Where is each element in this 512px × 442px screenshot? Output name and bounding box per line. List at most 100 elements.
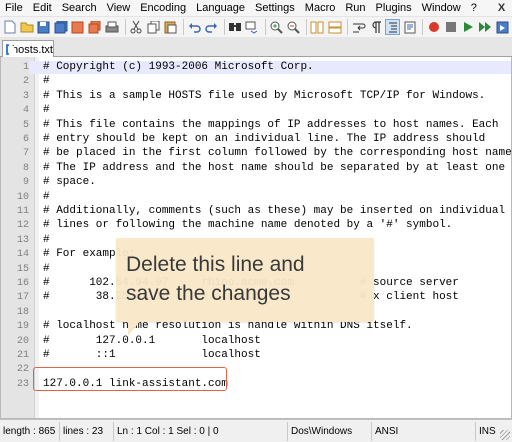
- code-line[interactable]: 2 #: [1, 75, 511, 88]
- saved-file-icon: [6, 44, 15, 55]
- record-icon[interactable]: [426, 19, 441, 35]
- redo-icon[interactable]: [204, 19, 219, 35]
- status-eol: Dos\Windows: [288, 421, 372, 441]
- line-text: # entry should be kept on an individual …: [43, 133, 486, 145]
- menu-file[interactable]: File: [0, 0, 28, 17]
- menu-edit[interactable]: Edit: [28, 0, 57, 17]
- indent-guide-icon[interactable]: [385, 19, 401, 35]
- code-line[interactable]: 7 # be placed in the first column followe…: [1, 147, 511, 160]
- line-number: 2: [22, 76, 29, 88]
- code-line[interactable]: 1 # Copyright (c) 1993-2006 Microsoft Cor…: [1, 61, 511, 74]
- menu-bar: File Edit Search View Encoding Language …: [0, 0, 512, 17]
- line-text: # This file contains the mappings of IP …: [43, 118, 499, 131]
- close-icon[interactable]: [70, 19, 85, 35]
- close-all-icon[interactable]: [87, 19, 102, 35]
- new-file-icon[interactable]: [2, 19, 17, 35]
- menu-window[interactable]: Window: [417, 0, 466, 17]
- instruction-callout: Delete this line and save the changes: [116, 238, 374, 322]
- undo-icon[interactable]: [187, 19, 202, 35]
- toolbar-separator: [306, 19, 307, 35]
- line-text: # Additionally, comments (such as these)…: [43, 205, 506, 217]
- toolbar-separator: [182, 19, 184, 35]
- sync-v-icon[interactable]: [310, 19, 325, 35]
- status-position: Ln : 1 Col : 1 Sel : 0 | 0: [114, 421, 288, 441]
- callout-pointer: [128, 320, 141, 336]
- print-icon[interactable]: [104, 19, 119, 35]
- line-text: #: [43, 75, 50, 88]
- line-text: #: [43, 190, 50, 203]
- line-number: 13: [16, 234, 29, 246]
- menu-view[interactable]: View: [102, 0, 136, 17]
- toolbar: [0, 17, 512, 37]
- menu-search[interactable]: Search: [57, 0, 102, 17]
- stop-icon[interactable]: [443, 19, 458, 35]
- code-line[interactable]: 11 # Additionally, comments (such as thes…: [1, 205, 511, 218]
- code-line[interactable]: 5 # This file contains the mappings of IP…: [1, 119, 511, 132]
- line-text: # Copyright (c) 1993-2006 Microsoft Corp…: [43, 61, 314, 73]
- replace-icon[interactable]: [245, 19, 260, 35]
- line-text: # This is a sample HOSTS file used by Mi…: [43, 89, 486, 102]
- line-number: 12: [16, 220, 29, 232]
- line-text: #: [43, 262, 50, 275]
- zoom-out-icon[interactable]: [286, 19, 301, 35]
- toolbar-separator: [223, 19, 225, 35]
- play-icon[interactable]: [461, 19, 476, 35]
- code-line[interactable]: 19 # localhost name resolution is handle …: [1, 320, 511, 333]
- open-file-icon[interactable]: [19, 19, 34, 35]
- menu-language[interactable]: Language: [191, 0, 250, 17]
- line-number: 4: [22, 105, 29, 117]
- line-text: #: [43, 104, 50, 117]
- code-line[interactable]: 6 # entry should be kept on an individual…: [1, 133, 511, 146]
- line-number: 1: [1, 61, 29, 74]
- menu-encoding[interactable]: Encoding: [135, 0, 191, 17]
- menu-plugins[interactable]: Plugins: [371, 0, 417, 17]
- line-number: 9: [22, 177, 29, 189]
- line-number: 6: [22, 134, 29, 145]
- line-number: 17: [16, 292, 29, 304]
- code-line[interactable]: 8 # The IP address and the host name shou…: [1, 162, 511, 175]
- code-line[interactable]: 12 # lines or following the machine name …: [1, 219, 511, 232]
- cut-icon[interactable]: [128, 19, 143, 35]
- status-encoding: ANSI: [372, 421, 476, 441]
- code-line[interactable]: 21 # ::1 localhost: [1, 349, 511, 362]
- target-line-highlight: [33, 367, 227, 391]
- copy-icon[interactable]: [146, 19, 161, 35]
- menu-run[interactable]: Run: [340, 0, 370, 17]
- line-number: 14: [16, 249, 29, 261]
- code-line[interactable]: 3 # This is a sample HOSTS file used by M…: [1, 90, 511, 103]
- tab-hosts-txt[interactable]: hosts.txt: [2, 40, 54, 58]
- line-text: # lines or following the machine name de…: [43, 219, 453, 232]
- all-chars-icon[interactable]: [368, 19, 383, 35]
- doc-map-icon[interactable]: [402, 19, 417, 35]
- sync-h-icon[interactable]: [327, 19, 342, 35]
- status-length: length : 865: [0, 421, 60, 441]
- line-number: 10: [16, 191, 29, 203]
- save-icon[interactable]: [36, 19, 51, 35]
- save-all-icon[interactable]: [53, 19, 68, 35]
- find-icon[interactable]: [228, 19, 243, 35]
- zoom-in-icon[interactable]: [269, 19, 284, 35]
- menu-macro[interactable]: Macro: [300, 0, 341, 17]
- line-number: 20: [16, 335, 29, 347]
- code-line[interactable]: 4 #: [1, 104, 511, 117]
- close-document-icon[interactable]: X: [495, 2, 508, 15]
- resize-grip[interactable]: [500, 430, 510, 440]
- paste-icon[interactable]: [163, 19, 178, 35]
- line-number: 11: [16, 206, 29, 217]
- line-text: # The IP address and the host name shoul…: [43, 161, 506, 174]
- code-line[interactable]: 9 # space.: [1, 176, 511, 189]
- line-text: # localhost name resolution is handle wi…: [43, 320, 413, 333]
- line-number: 21: [16, 350, 29, 361]
- line-number: 18: [16, 306, 29, 318]
- menu-settings[interactable]: Settings: [250, 0, 300, 17]
- save-macro-icon[interactable]: [495, 19, 510, 35]
- toolbar-separator: [264, 19, 266, 35]
- wrap-icon[interactable]: [351, 19, 366, 35]
- code-line[interactable]: 10 #: [1, 191, 511, 204]
- line-number: 5: [22, 119, 29, 131]
- line-text: # 127.0.0.1 localhost: [43, 334, 261, 347]
- line-number: 23: [16, 378, 29, 390]
- code-line[interactable]: 20 # 127.0.0.1 localhost: [1, 335, 511, 348]
- play-multi-icon[interactable]: [478, 19, 493, 35]
- menu-help[interactable]: ?: [466, 0, 482, 17]
